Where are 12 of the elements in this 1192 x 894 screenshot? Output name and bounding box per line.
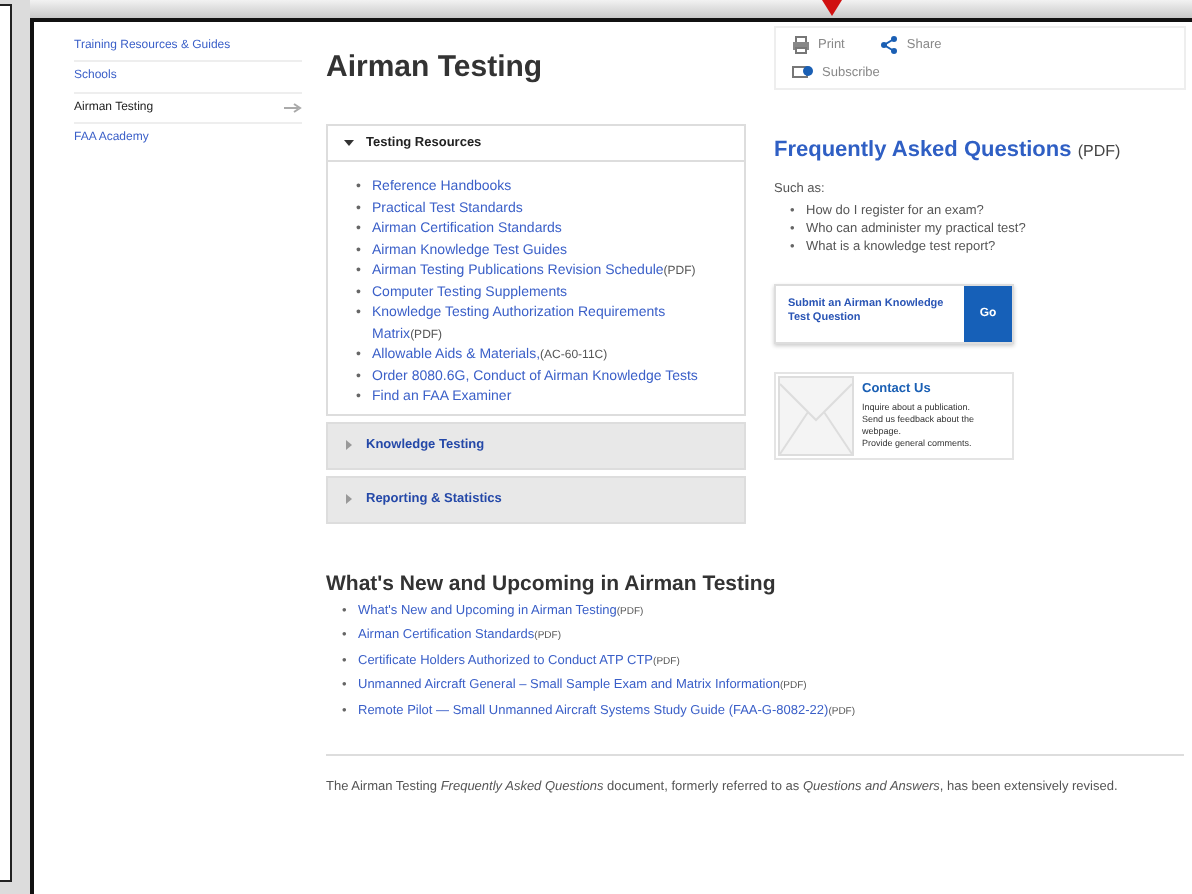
- subscribe-icon: [792, 64, 814, 80]
- envelope-icon: [778, 376, 854, 456]
- pdf-note: (PDF): [1077, 142, 1121, 160]
- caret-down-icon: [344, 138, 354, 148]
- share-icon: [880, 36, 899, 54]
- page-title: Airman Testing: [326, 50, 545, 84]
- printer-icon: [792, 36, 810, 54]
- caret-right-icon: [344, 494, 354, 504]
- section-heading: What's New and Upcoming in Airman Testing: [326, 571, 778, 595]
- faq-link[interactable]: Frequently Asked Questions: [774, 138, 1072, 162]
- caret-right-icon: [344, 440, 354, 450]
- arrow-icon: [284, 101, 302, 114]
